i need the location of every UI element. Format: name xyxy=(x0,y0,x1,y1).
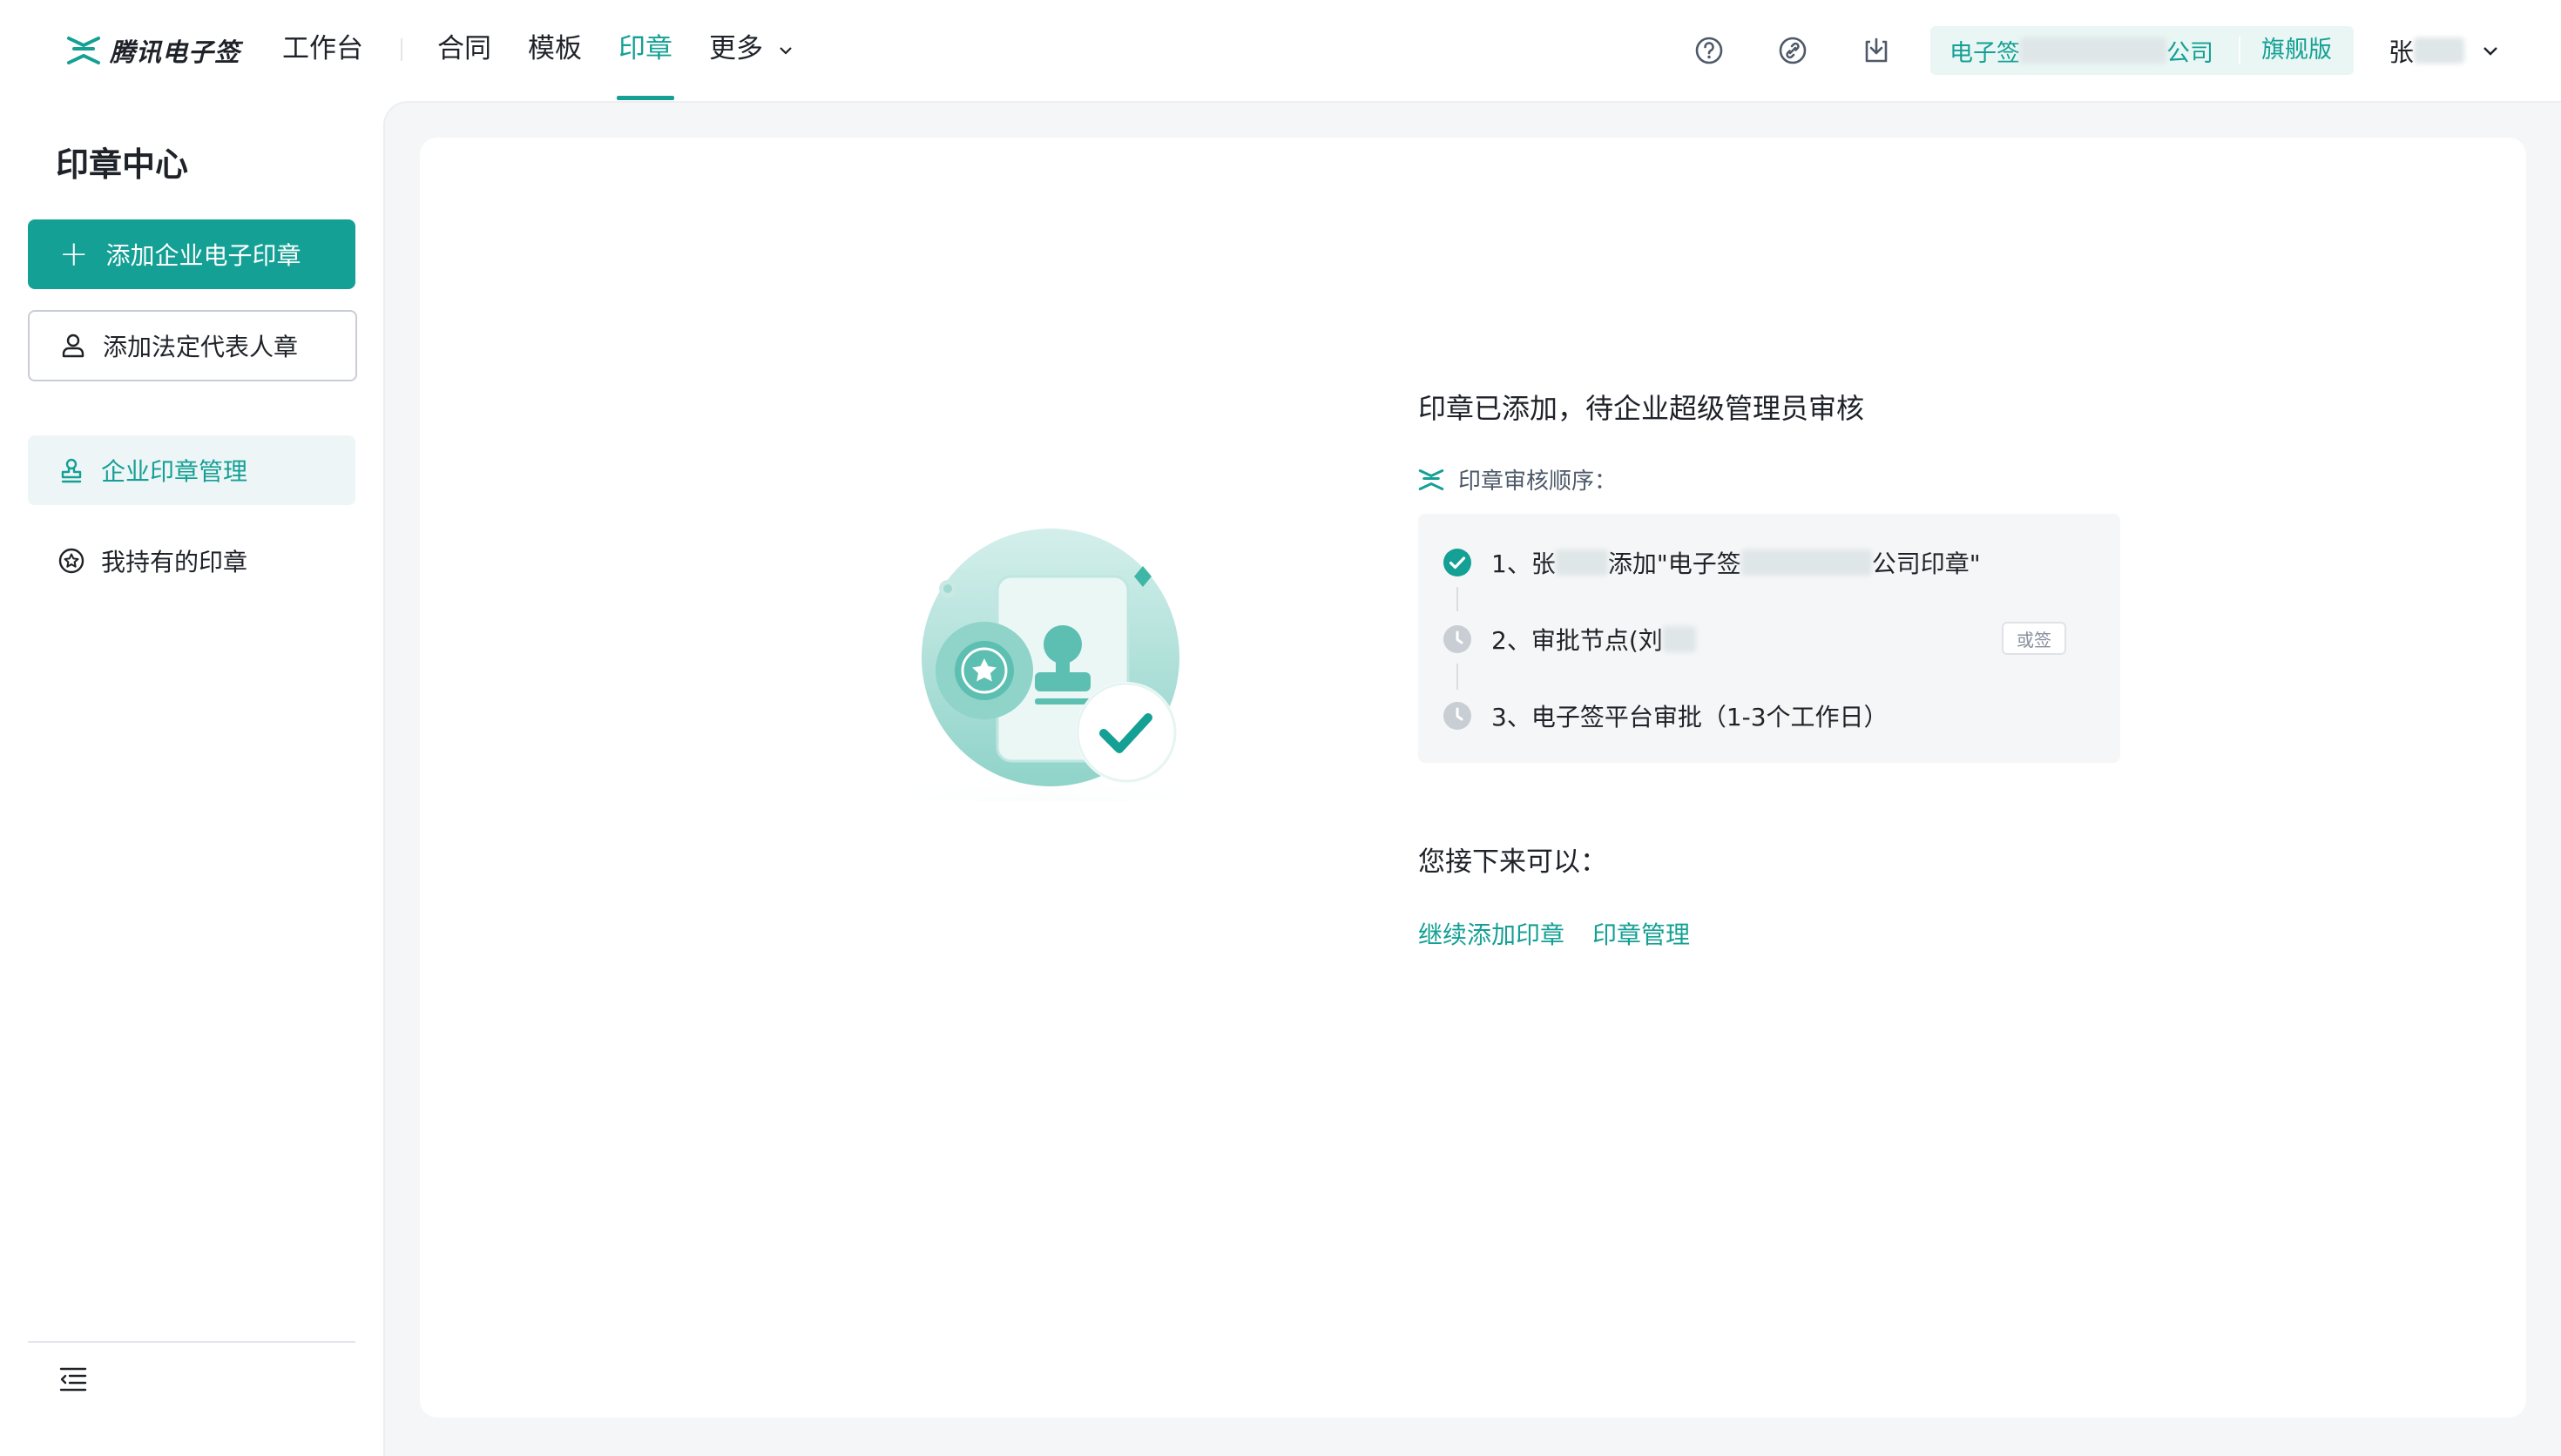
review-step-2: 2、审批节点(刘 xyxy=(1443,622,1696,657)
nav-seals[interactable]: 印章 xyxy=(618,30,672,68)
next-steps-title: 您接下来可以： xyxy=(1418,846,1607,878)
redacted-text xyxy=(1662,626,1696,652)
organization-switcher[interactable]: 电子签 公司 旗舰版 xyxy=(1930,26,2354,75)
organization-name: 电子签 公司 xyxy=(1949,34,2213,68)
redacted-text xyxy=(2020,37,2166,64)
chevron-down-icon xyxy=(2483,47,2497,56)
download-icon[interactable] xyxy=(1857,31,1895,70)
step-1-prefix: 1、张 xyxy=(1491,549,1556,578)
sidebar-divider xyxy=(28,1341,355,1343)
link-icon[interactable] xyxy=(1774,31,1812,70)
clock-icon xyxy=(1443,702,1471,730)
seal-management-link[interactable]: 印章管理 xyxy=(1592,916,1690,951)
nav-contracts[interactable]: 合同 xyxy=(437,30,491,68)
seal-added-illustration xyxy=(819,529,1280,801)
org-name-suffix: 公司 xyxy=(2166,39,2213,67)
review-sequence-text: 印章审核顺序： xyxy=(1458,468,1618,495)
check-circle-icon xyxy=(1443,549,1471,576)
sidebar-item-label: 我持有的印章 xyxy=(101,548,248,576)
nav-more[interactable]: 更多 xyxy=(709,30,794,68)
nav-templates[interactable]: 模板 xyxy=(528,30,582,68)
add-company-seal-label: 添加企业电子印章 xyxy=(105,241,301,270)
user-name: 张 xyxy=(2389,37,2415,67)
user-menu[interactable]: 张 xyxy=(2389,31,2501,70)
result-card xyxy=(420,138,2526,1418)
sidebar-item-label: 企业印章管理 xyxy=(101,457,248,486)
user-icon xyxy=(62,334,84,358)
review-step-1: 1、张 添加"电子签 公司印章" xyxy=(1443,545,1981,580)
nav-workbench[interactable]: 工作台 xyxy=(282,30,363,68)
logo-text: 腾讯电子签 xyxy=(110,37,241,67)
plan-badge: 旗舰版 xyxy=(2261,37,2332,64)
org-name-prefix: 电子签 xyxy=(1949,39,2020,67)
add-legal-rep-seal-button[interactable]: 添加法定代表人章 xyxy=(28,310,357,381)
collapse-sidebar-icon[interactable] xyxy=(56,1362,91,1397)
review-sequence-label: 印章审核顺序： xyxy=(1418,463,1617,495)
nav-divider xyxy=(401,38,402,61)
step-connector xyxy=(1456,664,1458,690)
org-divider xyxy=(2239,37,2240,64)
add-legal-rep-seal-label: 添加法定代表人章 xyxy=(103,333,299,361)
app-logo[interactable]: 腾讯电子签 xyxy=(66,31,240,70)
step-1-suffix: 公司印章" xyxy=(1871,549,1981,578)
or-sign-tag: 或签 xyxy=(2002,622,2066,655)
redacted-text xyxy=(2414,37,2465,64)
step-connector xyxy=(1456,587,1458,611)
clock-icon xyxy=(1443,625,1471,653)
stamp-icon xyxy=(61,458,82,483)
step-3-label: 3、电子签平台审批（1-3个工作日） xyxy=(1491,703,1889,731)
nav-active-indicator xyxy=(617,96,674,100)
add-company-seal-button[interactable]: + 添加企业电子印章 xyxy=(28,219,355,289)
continue-add-seal-link[interactable]: 继续添加印章 xyxy=(1418,916,1564,951)
logo-icon xyxy=(1418,468,1444,490)
logo-icon xyxy=(67,37,100,64)
sidebar-item-my-seals[interactable]: 我持有的印章 xyxy=(28,526,355,596)
top-navigation-bar: 腾讯电子签 工作台 合同 模板 印章 更多 电子签 公司 旗舰版 张 xyxy=(0,0,2561,101)
redacted-text xyxy=(1740,549,1872,576)
help-icon[interactable] xyxy=(1690,31,1728,70)
sidebar-title: 印章中心 xyxy=(56,145,189,184)
result-title: 印章已添加，待企业超级管理员审核 xyxy=(1418,392,1865,425)
redacted-text xyxy=(1555,549,1608,576)
sidebar: 印章中心 + 添加企业电子印章 添加法定代表人章 企业印章管理 我持有的印章 xyxy=(0,101,383,1454)
review-step-3: 3、电子签平台审批（1-3个工作日） xyxy=(1443,698,1889,733)
review-steps-panel: 1、张 添加"电子签 公司印章" 2、审批节点(刘 或签 3、电子签平台审批（1… xyxy=(1418,514,2120,763)
plus-icon: + xyxy=(59,234,89,274)
step-2-label: 2、审批节点(刘 xyxy=(1491,626,1663,655)
chevron-down-icon xyxy=(780,46,792,55)
sidebar-item-company-seal-management[interactable]: 企业印章管理 xyxy=(28,435,355,505)
nav-more-label: 更多 xyxy=(709,33,763,64)
step-1-mid: 添加"电子签 xyxy=(1607,549,1741,578)
star-seal-icon xyxy=(58,548,84,574)
